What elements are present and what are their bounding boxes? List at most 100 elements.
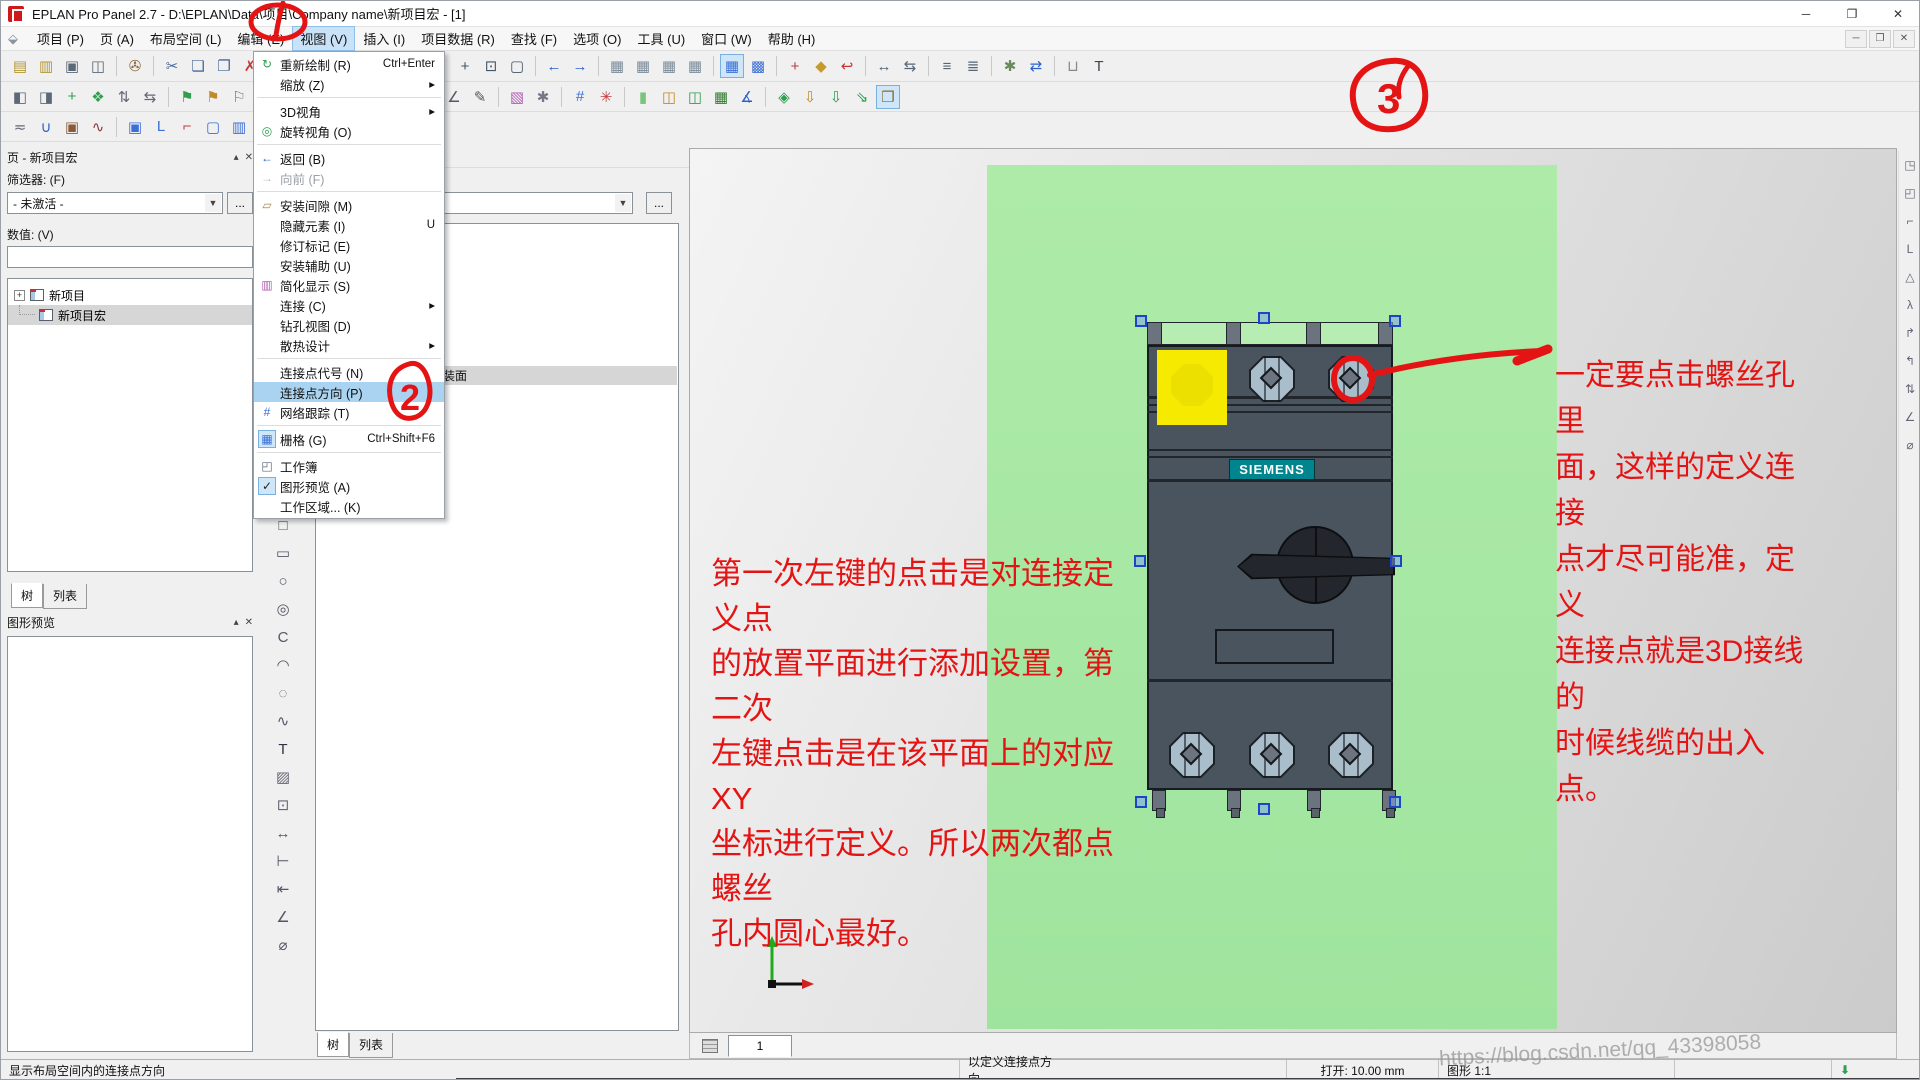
panel-plate-icon[interactable]: ◫: [683, 85, 707, 109]
object-snap-icon[interactable]: +: [783, 54, 807, 78]
panel-enclosure-icon[interactable]: ◫: [657, 85, 681, 109]
pages-panel-pin-icon[interactable]: ▴: [234, 152, 239, 163]
close-button[interactable]: ✕: [1875, 1, 1920, 27]
menu-item-graphical-preview[interactable]: ✓图形预览 (A): [254, 476, 444, 496]
zoom-in-icon[interactable]: +: [453, 54, 477, 78]
menu-item-forward[interactable]: →向前 (F): [254, 168, 444, 188]
menu-item-connection-point-designation[interactable]: 连接点代号 (N): [254, 362, 444, 382]
selection-handle[interactable]: [1390, 555, 1402, 567]
routing-corner-icon[interactable]: L: [149, 115, 173, 139]
space-frame-icon[interactable]: ◰: [1900, 181, 1920, 205]
space-triangle-icon[interactable]: △: [1900, 265, 1920, 289]
connection-jumper-icon[interactable]: ∿: [86, 115, 110, 139]
menu-layout-space[interactable]: 布局空间 (L): [142, 26, 230, 51]
text-frame-icon[interactable]: T: [1087, 54, 1111, 78]
undo-connect-icon[interactable]: ↩: [835, 54, 859, 78]
view-forward-icon[interactable]: →: [568, 54, 592, 78]
dim-chain-icon[interactable]: ⇤: [271, 877, 295, 901]
layout-tab-list[interactable]: 列表: [349, 1033, 393, 1058]
new-page-icon[interactable]: ▤: [8, 54, 32, 78]
parts-manager-icon[interactable]: ❖: [86, 85, 110, 109]
menu-item-workspace[interactable]: 工作区域... (K): [254, 496, 444, 516]
insert-viewport-icon[interactable]: ⊡: [271, 793, 295, 817]
menu-item-mounting-clearance[interactable]: ▱安装间隙 (M): [254, 195, 444, 215]
menu-find[interactable]: 查找 (F): [503, 26, 565, 51]
origin-marker-icon[interactable]: ✳: [594, 85, 618, 109]
menu-insert[interactable]: 插入 (I): [355, 26, 413, 51]
copy-icon[interactable]: ❏: [186, 54, 210, 78]
selection-handle[interactable]: [1258, 312, 1270, 324]
menu-item-back[interactable]: ←返回 (B): [254, 148, 444, 168]
placement-plane-icon[interactable]: ◈: [772, 85, 796, 109]
screw-terminal-bottom-left[interactable]: [1169, 732, 1215, 778]
menu-item-drill-view[interactable]: 钻孔视图 (D): [254, 315, 444, 335]
menu-item-workbook[interactable]: ◰工作簿: [254, 456, 444, 476]
space-swap-icon[interactable]: ⇅: [1900, 377, 1920, 401]
connection-straight-icon[interactable]: ≂: [8, 115, 32, 139]
menu-item-grid[interactable]: ▦栅格 (G)Ctrl+Shift+F6: [254, 429, 444, 449]
layout-tab-tree[interactable]: 树: [317, 1032, 349, 1057]
draw-circle-icon[interactable]: ○: [271, 569, 295, 593]
parts-bin-icon[interactable]: ⊔: [1061, 54, 1085, 78]
grid-size-a-icon[interactable]: ▦: [605, 54, 629, 78]
pages-panel-close-icon[interactable]: ✕: [245, 152, 253, 163]
pages-tab-list[interactable]: 列表: [43, 584, 87, 609]
menu-item-revision-marks[interactable]: 修订标记 (E): [254, 235, 444, 255]
grid-on-icon[interactable]: ▦: [720, 54, 744, 78]
selection-handle[interactable]: [1135, 315, 1147, 327]
filter-combobox[interactable]: - 未激活 - ▼: [7, 192, 223, 214]
draw-rectangle-2-icon[interactable]: ▭: [271, 541, 295, 565]
drop-on-grid-icon[interactable]: ⇘: [850, 85, 874, 109]
menu-view[interactable]: 视图 (V): [292, 26, 355, 51]
selection-handle[interactable]: [1134, 555, 1146, 567]
screw-terminal-top-right[interactable]: [1328, 356, 1374, 402]
menu-tools[interactable]: 工具 (U): [630, 26, 694, 51]
dock-right-icon[interactable]: ◨: [34, 85, 58, 109]
grid-size-b-icon[interactable]: ▦: [631, 54, 655, 78]
dim-baseline-icon[interactable]: ⊢: [271, 849, 295, 873]
screw-terminal-bottom-right[interactable]: [1328, 732, 1374, 778]
design-mode-icon[interactable]: ◆: [809, 54, 833, 78]
download-arrow-icon[interactable]: ⬇: [1840, 1063, 1850, 1077]
mdi-minimize-button[interactable]: ─: [1845, 30, 1867, 48]
regenerate-icon[interactable]: ✱: [531, 85, 555, 109]
flag-edit-icon[interactable]: ⚑: [201, 85, 225, 109]
menu-item-rotate-view[interactable]: ◎旋转视角 (O): [254, 121, 444, 141]
dim-angle-icon[interactable]: ∠: [271, 905, 295, 929]
space-angle-dim-icon[interactable]: ∠: [1900, 405, 1920, 429]
measure-angle-icon[interactable]: ∠: [442, 85, 466, 109]
draw-spline-icon[interactable]: ∿: [271, 709, 295, 733]
chevron-down-icon[interactable]: ▼: [615, 194, 631, 212]
placement-area-icon[interactable]: ▮: [631, 85, 655, 109]
3d-canvas[interactable]: SIEMENS: [689, 148, 1897, 1033]
settings-icon[interactable]: ✱: [998, 54, 1022, 78]
move-icon[interactable]: ↔: [872, 54, 896, 78]
draw-ellipse-icon[interactable]: ◌: [271, 681, 295, 705]
swap-vertical-icon[interactable]: ⇅: [112, 85, 136, 109]
dim-diameter-icon[interactable]: ⌀: [271, 933, 295, 957]
zoom-window-icon[interactable]: ⊡: [479, 54, 503, 78]
view-back-icon[interactable]: ←: [542, 54, 566, 78]
flag-off-icon[interactable]: ⚐: [227, 85, 251, 109]
menu-item-connection-point-direction[interactable]: 连接点方向 (P): [254, 382, 444, 402]
space-route-up-icon[interactable]: ↱: [1900, 321, 1920, 345]
layout-space-browse-button[interactable]: ...: [646, 192, 672, 214]
open-page-icon[interactable]: ▥: [34, 54, 58, 78]
expand-icon[interactable]: +: [14, 290, 25, 301]
dock-left-icon[interactable]: ◧: [8, 85, 32, 109]
mdi-close-button[interactable]: ✕: [1893, 30, 1915, 48]
selection-handle[interactable]: [1389, 315, 1401, 327]
preview-panel-pin-icon[interactable]: ▴: [234, 617, 239, 628]
mounting-grid-icon[interactable]: ▦: [709, 85, 733, 109]
insert-part-icon[interactable]: +: [60, 85, 84, 109]
space-diameter-icon[interactable]: ⌀: [1900, 433, 1920, 457]
menu-item-connections[interactable]: 连接 (C)▸: [254, 295, 444, 315]
draw-text-icon[interactable]: T: [271, 737, 295, 761]
menu-page[interactable]: 页 (A): [92, 26, 142, 51]
grid-snap-icon[interactable]: ▩: [746, 54, 770, 78]
maximize-button[interactable]: ❐: [1829, 1, 1875, 27]
paste-icon[interactable]: ❐: [212, 54, 236, 78]
space-route-down-icon[interactable]: ↰: [1900, 349, 1920, 373]
menu-item-mounting-assist[interactable]: 安装辅助 (U): [254, 255, 444, 275]
tree-item-project[interactable]: + 新项目: [8, 285, 252, 305]
